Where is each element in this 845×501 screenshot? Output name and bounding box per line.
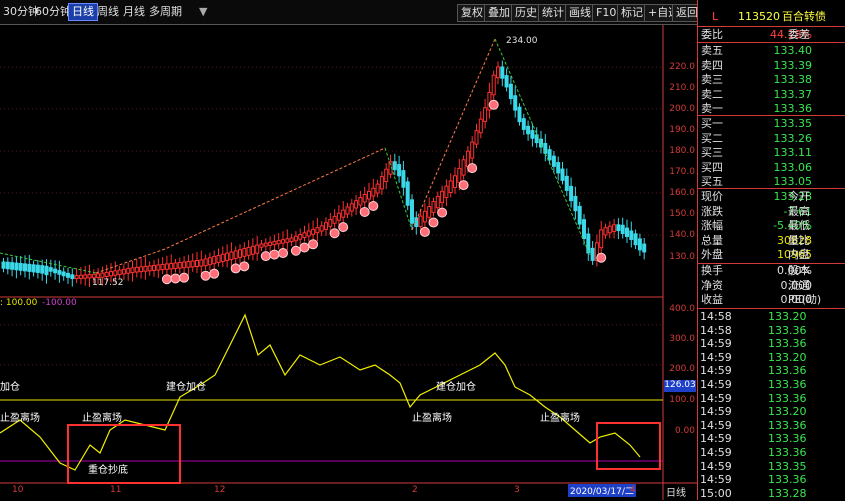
draw-line-button[interactable]: 画线 [565,4,595,22]
quote-header: L 113520 百合转债 [698,9,845,24]
price-tick: 150.0 [669,209,695,219]
x-tick: 3 [514,485,520,495]
annotation-build-position: 建仓加仓 [436,382,476,393]
period-label: 日线 [666,488,686,499]
indicator-tick: 0.00 [674,426,695,436]
indicator-header-b: -100.00 [42,298,77,308]
bid-level-row: 买一 133.35 [701,117,812,130]
x-tick: 12 [214,485,226,495]
price-tick: 170.0 [669,167,695,177]
security-name: 百合转债 [782,10,826,23]
period-monthly[interactable]: 月线 [120,4,148,20]
restore-rights-button[interactable]: 复权 [457,4,487,22]
price-tick: 210.0 [669,83,695,93]
quote-stat-row: 涨幅 -5.40% 最低 [701,219,812,232]
security-code: 113520 [738,10,780,23]
indicator-tick: 200.0 [669,364,695,374]
x-tick: 2 [412,485,418,495]
cursor-date-label: 2020/03/17/二 [568,484,636,497]
annotation-take-profit: 止盈离场 [0,413,40,424]
overlay-button[interactable]: 叠加 [484,4,514,22]
annotation-heavy-bottom: 重仓抄底 [88,465,128,476]
price-tick: 180.0 [669,146,695,156]
indicator-tick: 100.0 [669,395,695,405]
quote-stat-row: 外盘 10965 内盘 [701,248,812,261]
quote-panel: L 113520 百合转债 委比 44.18% 委差 卖五 133.40 卖四 1… [697,0,845,500]
annotation-take-profit: 止盈离场 [412,413,452,424]
period-weekly[interactable]: 周线 [94,4,122,20]
ask-level-row: 卖三 133.38 [701,73,812,86]
x-tick: 11 [110,485,122,495]
high-price-label: 234.00 [506,36,538,46]
low-price-label: 117.52 [92,278,124,288]
annotation-build-position: 建仓加仓 [166,382,206,393]
bid-level-row: 买五 133.05 [701,175,812,188]
statistics-button[interactable]: 统计 [538,4,568,22]
ask-level-row: 卖一 133.36 [701,102,812,115]
price-tick: 190.0 [669,125,695,135]
wei-bi-row: 委比 44.18% 委差 [701,28,812,41]
ask-level-row: 卖四 133.39 [701,58,812,72]
indicator-tick: 400.0 [669,304,695,314]
kline-chart[interactable] [0,25,697,500]
tick-row: 15:00 133.28 [700,486,807,500]
quote-stat-row: 涨跌 -7.61 最高 [701,204,812,218]
indicator-tick: 300.0 [669,334,695,344]
price-tick: 130.0 [669,252,695,262]
annotation-add-position: 加仓 [0,382,20,393]
ask-level-row: 卖五 133.40 [701,44,812,57]
history-button[interactable]: 历史 [511,4,541,22]
price-tick: 160.0 [669,188,695,198]
quote-stat-row: 净资 0.000 流通 [701,278,812,292]
ask-level-row: 卖二 133.37 [701,87,812,101]
quote-stat-row: 换手 0.00% 股本 [701,264,812,277]
bid-level-row: 买二 133.26 [701,131,812,145]
price-tick: 220.0 [669,62,695,72]
mark-button[interactable]: 标记 [617,4,647,22]
annotation-take-profit: 止盈离场 [82,413,122,424]
indicator-current-value: 126.03 [664,380,696,390]
quote-stat-row: 总量 30828 量比 [701,233,812,247]
dropdown-chevron-icon[interactable]: ▼ [196,4,210,20]
x-tick: 10 [12,485,24,495]
bid-level-row: 买三 133.11 [701,146,812,159]
market-letter: L [712,10,719,23]
price-tick: 200.0 [669,104,695,114]
quote-stat-row: 收益 0.000 PE(动) [701,293,822,306]
price-tick: 140.0 [669,230,695,240]
indicator-header-a: : 100.00 [0,298,38,308]
bid-level-row: 买四 133.06 [701,160,812,174]
annotation-take-profit: 止盈离场 [540,413,580,424]
x-tick: 4 [630,485,636,495]
period-multi[interactable]: 多周期 [146,4,185,20]
quote-stat-row: 现价 133.28 今开 [701,190,812,203]
